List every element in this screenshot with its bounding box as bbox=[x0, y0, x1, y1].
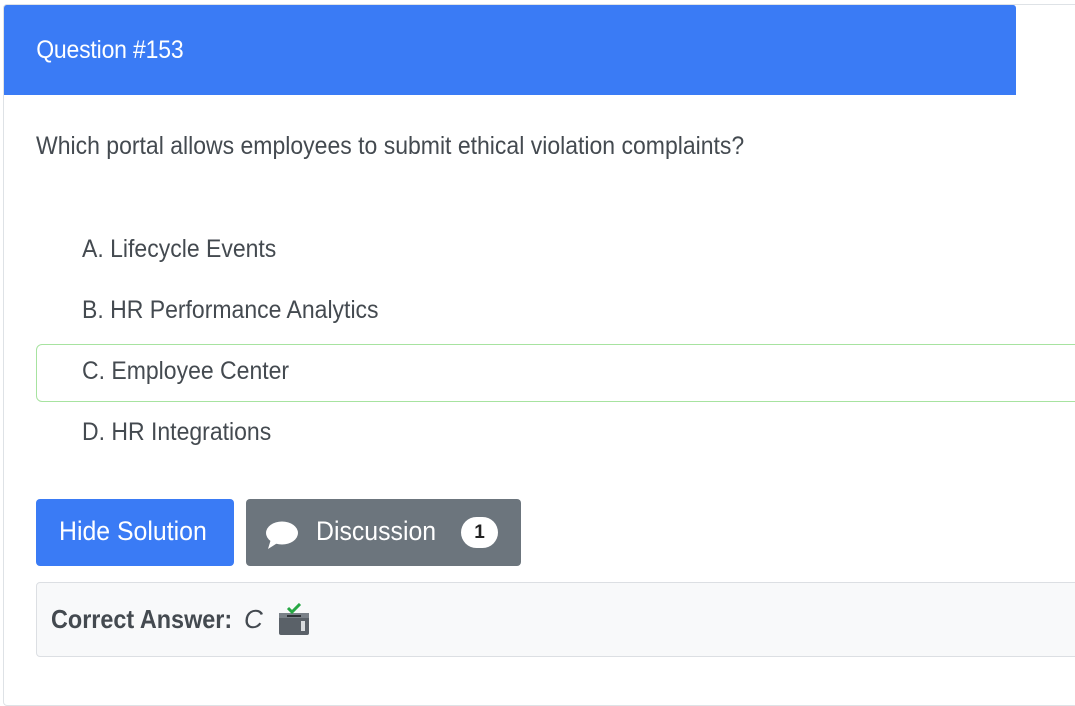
choice-a[interactable]: A. Lifecycle Events bbox=[36, 222, 1075, 280]
choice-d[interactable]: D. HR Integrations bbox=[36, 405, 1075, 463]
choices-list: A. Lifecycle Events B. HR Performance An… bbox=[36, 222, 1075, 466]
choice-label: C. Employee Center bbox=[82, 357, 290, 385]
discussion-label: Discussion bbox=[316, 516, 437, 546]
choice-label: A. Lifecycle Events bbox=[82, 235, 277, 263]
correct-answer-label: Correct Answer: bbox=[51, 604, 233, 634]
choice-b[interactable]: B. HR Performance Analytics bbox=[36, 283, 1075, 341]
correct-answer-value: C bbox=[244, 604, 263, 634]
question-text: Which portal allows employees to submit … bbox=[36, 132, 745, 160]
correct-answer-box: Correct Answer: C bbox=[36, 582, 1075, 657]
discussion-count-badge: 1 bbox=[461, 517, 498, 548]
choice-label: B. HR Performance Analytics bbox=[82, 296, 379, 324]
choice-label: D. HR Integrations bbox=[82, 418, 272, 446]
ballot-box-icon[interactable] bbox=[277, 603, 311, 637]
hide-solution-button[interactable]: Hide Solution bbox=[36, 499, 234, 566]
speech-bubble-icon bbox=[266, 521, 298, 549]
discussion-button[interactable]: Discussion 1 bbox=[246, 499, 521, 566]
hide-solution-label: Hide Solution bbox=[59, 516, 207, 546]
question-header: Question #153 bbox=[4, 5, 1016, 95]
choice-c[interactable]: C. Employee Center bbox=[36, 344, 1075, 402]
